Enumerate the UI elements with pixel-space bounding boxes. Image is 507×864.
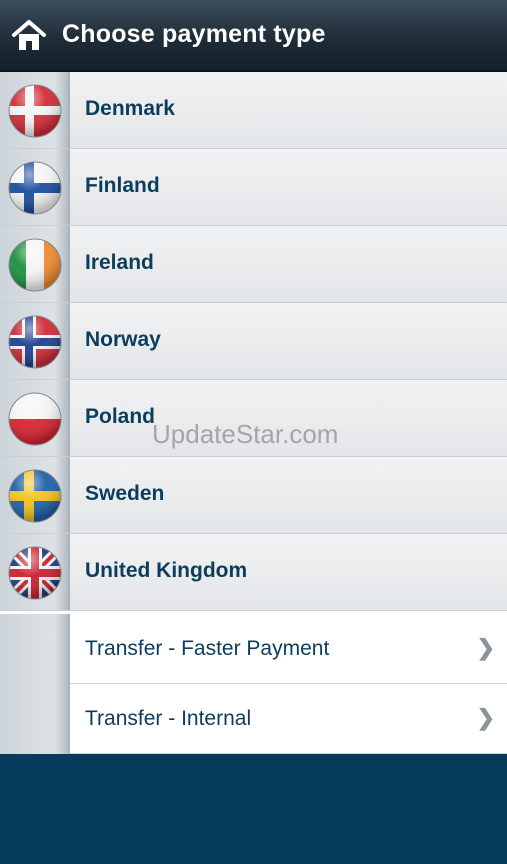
transfer-faster-payment-item[interactable]: Transfer - Faster Payment ❯: [70, 614, 507, 684]
transfer-internal-item[interactable]: Transfer - Internal ❯: [70, 684, 507, 754]
country-item-sweden[interactable]: Sweden: [0, 457, 507, 534]
flag-cell: [0, 149, 70, 225]
transfer-label: Transfer - Internal: [85, 707, 252, 730]
chevron-right-icon: ❯: [476, 705, 495, 730]
home-icon[interactable]: [10, 17, 48, 55]
denmark-flag-icon: [8, 84, 62, 138]
row-body: United Kingdom: [70, 534, 507, 610]
country-list: Denmark Finland Ireland Norway Poland Sw…: [0, 72, 507, 611]
country-label: Ireland: [85, 251, 154, 274]
side-band: [0, 614, 70, 754]
country-label: Poland: [85, 405, 156, 428]
norway-flag-icon: [8, 315, 62, 369]
flag-cell: [0, 72, 70, 148]
finland-flag-icon: [8, 161, 62, 215]
flag-cell: [0, 303, 70, 379]
country-label: Norway: [85, 328, 161, 351]
sweden-flag-icon: [8, 469, 62, 523]
row-body: Norway: [70, 303, 507, 379]
row-body: Denmark: [70, 72, 507, 148]
transfer-label: Transfer - Faster Payment: [85, 637, 330, 660]
country-item-ireland[interactable]: Ireland: [0, 226, 507, 303]
country-label: Finland: [85, 174, 160, 197]
row-body: Ireland: [70, 226, 507, 302]
page-title: Choose payment type: [62, 20, 326, 48]
flag-cell: [0, 534, 70, 610]
poland-flag-icon: [8, 392, 62, 446]
country-item-norway[interactable]: Norway: [0, 303, 507, 380]
app-header: Choose payment type: [0, 0, 507, 72]
country-label: Denmark: [85, 97, 175, 120]
ireland-flag-icon: [8, 238, 62, 292]
chevron-right-icon: ❯: [476, 635, 495, 660]
country-label: United Kingdom: [85, 559, 248, 582]
watermark: UpdateStar.com: [152, 419, 339, 449]
footer-bar: [0, 754, 507, 864]
country-item-united-kingdom[interactable]: United Kingdom: [0, 534, 507, 611]
country-item-denmark[interactable]: Denmark: [0, 72, 507, 149]
flag-cell: [0, 380, 70, 456]
country-label: Sweden: [85, 482, 165, 505]
united-kingdom-flag-icon: [8, 546, 62, 600]
country-item-finland[interactable]: Finland: [0, 149, 507, 226]
row-body: Finland: [70, 149, 507, 225]
flag-cell: [0, 226, 70, 302]
flag-cell: [0, 457, 70, 533]
row-body: Sweden: [70, 457, 507, 533]
